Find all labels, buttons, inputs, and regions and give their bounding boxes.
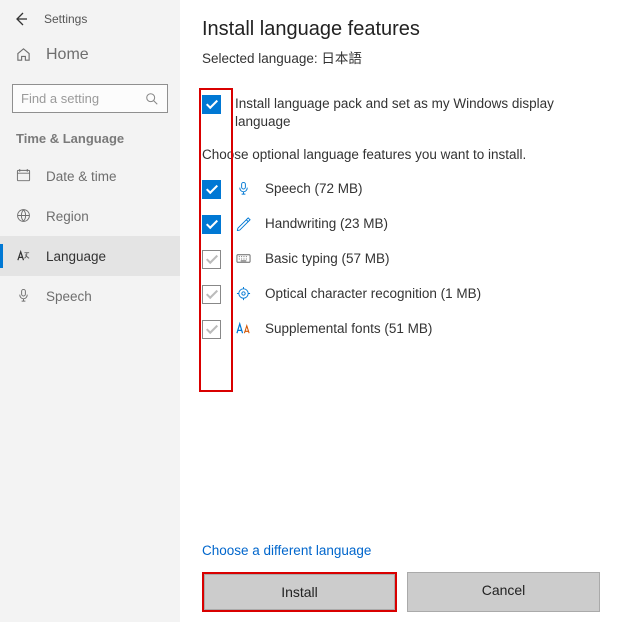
settings-window: Settings Home Find a setting Time & Lang… <box>0 0 622 622</box>
choose-different-language-link[interactable]: Choose a different language <box>202 535 600 566</box>
feature-label: Basic typing (57 MB) <box>265 250 390 268</box>
install-pack-checkbox[interactable] <box>202 95 221 114</box>
page-title: Install language features <box>202 18 600 41</box>
feature-label: Supplemental fonts (51 MB) <box>265 320 432 338</box>
feature-label: Handwriting (23 MB) <box>265 215 388 233</box>
sidebar-item-label: Date & time <box>46 169 117 184</box>
sidebar-item-speech[interactable]: Speech <box>0 276 180 316</box>
search-input[interactable]: Find a setting <box>12 84 168 113</box>
sidebar-item-datetime[interactable]: Date & time <box>0 156 180 196</box>
keyboard-icon <box>235 250 251 266</box>
sidebar-home[interactable]: Home <box>0 32 180 78</box>
sidebar-header: Settings <box>0 0 180 32</box>
sidebar-heading: Time & Language <box>0 121 180 156</box>
speech-checkbox[interactable] <box>202 180 221 199</box>
search-icon <box>145 92 159 106</box>
microphone-icon <box>235 180 251 196</box>
back-icon[interactable] <box>12 10 30 28</box>
sidebar-item-language[interactable]: Language <box>0 236 180 276</box>
sidebar: Settings Home Find a setting Time & Lang… <box>0 0 180 622</box>
basic-typing-checkbox[interactable] <box>202 250 221 269</box>
feature-row-speech: Speech (72 MB) <box>202 172 600 207</box>
button-row: Install Cancel <box>202 572 600 612</box>
cancel-button[interactable]: Cancel <box>407 572 600 612</box>
sidebar-item-region[interactable]: Region <box>0 196 180 236</box>
feature-row-handwriting: Handwriting (23 MB) <box>202 207 600 242</box>
feature-label: Optical character recognition (1 MB) <box>265 285 481 303</box>
main-panel: Install language features Selected langu… <box>180 0 622 622</box>
fonts-icon <box>235 320 251 336</box>
home-label: Home <box>46 46 89 64</box>
feature-row-ocr: Optical character recognition (1 MB) <box>202 277 600 312</box>
ocr-checkbox[interactable] <box>202 285 221 304</box>
optional-features-text: Choose optional language features you wa… <box>202 139 600 172</box>
handwriting-checkbox[interactable] <box>202 215 221 234</box>
language-icon <box>16 248 32 264</box>
sidebar-item-label: Language <box>46 249 106 264</box>
search-placeholder: Find a setting <box>21 91 99 106</box>
sidebar-item-label: Speech <box>46 289 92 304</box>
selected-language: Selected language: 日本語 <box>202 47 600 67</box>
ocr-icon <box>235 285 251 301</box>
microphone-icon <box>16 288 32 304</box>
feature-label: Speech (72 MB) <box>265 180 363 198</box>
sidebar-title: Settings <box>44 12 87 26</box>
home-icon <box>16 47 32 63</box>
install-pack-label: Install language pack and set as my Wind… <box>235 95 600 131</box>
handwriting-icon <box>235 215 251 231</box>
calendar-clock-icon <box>16 168 32 184</box>
globe-icon <box>16 208 32 224</box>
install-button[interactable]: Install <box>204 574 395 610</box>
install-pack-row: Install language pack and set as my Wind… <box>202 87 600 139</box>
sidebar-item-label: Region <box>46 209 89 224</box>
fonts-checkbox[interactable] <box>202 320 221 339</box>
feature-row-fonts: Supplemental fonts (51 MB) <box>202 312 600 347</box>
highlight-install-button: Install <box>202 572 397 612</box>
bottom-actions: Choose a different language Install Canc… <box>202 535 600 612</box>
feature-row-basic-typing: Basic typing (57 MB) <box>202 242 600 277</box>
